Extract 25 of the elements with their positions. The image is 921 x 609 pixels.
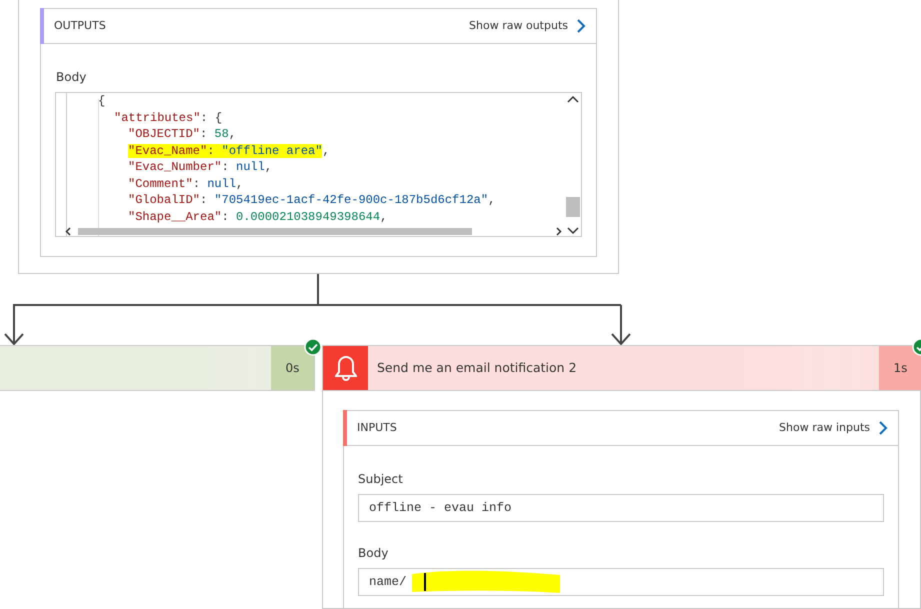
duration-text: 1s xyxy=(894,360,908,377)
duration-text: 0s xyxy=(286,360,300,377)
code-line: "GlobalID": "705419ec-1acf-42fe-900c-187b5d6cf12a", xyxy=(127,192,496,208)
bell-icon xyxy=(334,355,356,381)
input-field[interactable]: offline - evau info xyxy=(358,494,884,522)
input-field[interactable]: name/ xyxy=(358,568,884,596)
step-card[interactable]: 0s xyxy=(0,345,315,391)
vertical-scrollbar[interactable] xyxy=(565,93,581,236)
step-card[interactable]: Send me an email notification 2 1s xyxy=(322,345,921,391)
code-line: "Evac_Number": null, xyxy=(127,159,272,176)
chevron-right-icon xyxy=(576,19,586,33)
code-line: "Comment": null, xyxy=(127,176,244,192)
panel-title: INPUTS xyxy=(357,420,397,436)
code-line: "OBJECTID": 58, xyxy=(127,126,236,142)
panel-title: OUTPUTS xyxy=(54,18,106,34)
chevron-right-icon xyxy=(878,421,888,435)
field-label: Subject xyxy=(358,471,404,488)
step-title: Send me an email notification 2 xyxy=(377,358,577,377)
code-line: "Shape__Area": 0.000021038949398644, xyxy=(127,208,388,225)
field-label: Body xyxy=(56,69,88,86)
show-raw-link[interactable]: Show raw inputs xyxy=(779,420,888,436)
field-label: Body xyxy=(358,545,390,562)
code-line: "attributes": { xyxy=(113,110,222,126)
show-raw-link[interactable]: Show raw outputs xyxy=(469,18,586,34)
code-line: { xyxy=(97,93,106,110)
